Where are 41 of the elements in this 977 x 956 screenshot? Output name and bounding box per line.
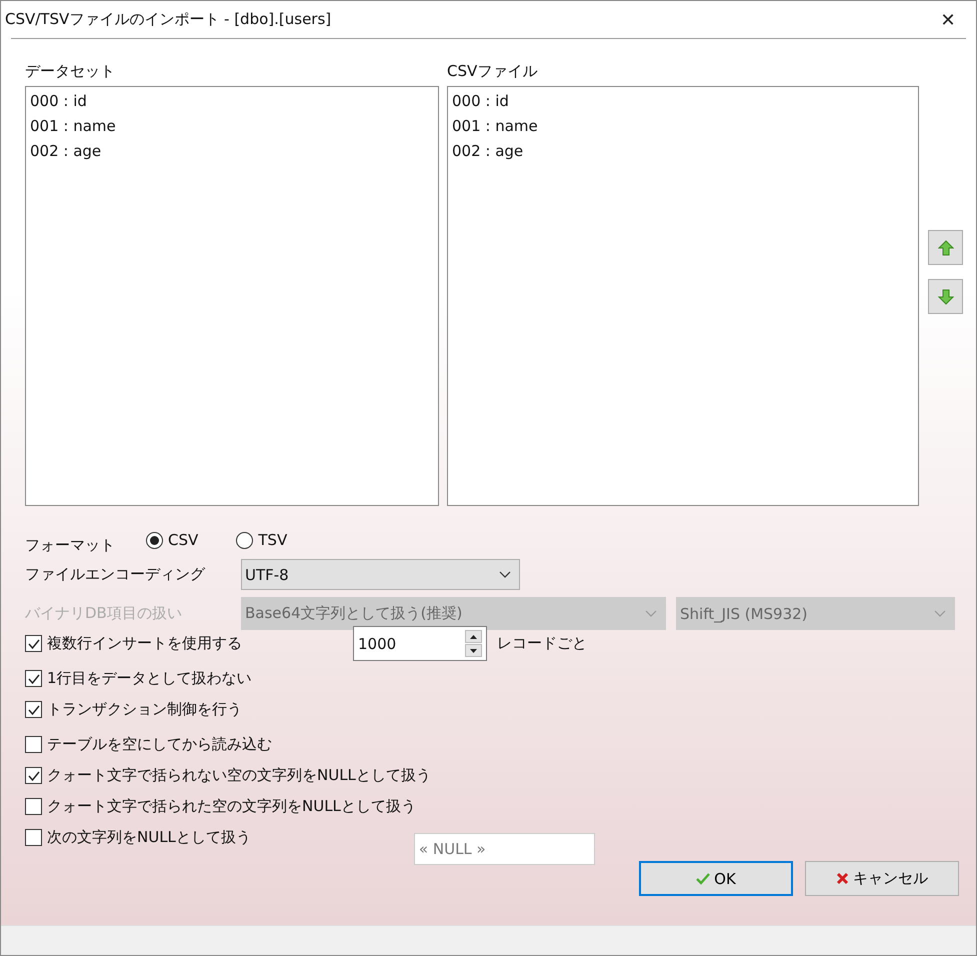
option-checkbox[interactable]: 複数行インサートを使用する xyxy=(25,634,242,653)
option-checkbox[interactable]: テーブルを空にしてから読み込む xyxy=(25,735,272,754)
list-label: CSVファイル xyxy=(447,61,538,82)
chevron-icon xyxy=(499,571,511,578)
list-item[interactable]: 000 : id xyxy=(30,89,434,114)
up-triangle-icon xyxy=(470,634,477,638)
option-checkbox[interactable]: 次の文字列をNULLとして扱う xyxy=(25,828,251,847)
list-item[interactable]: 002 : age xyxy=(452,139,914,164)
x-mark-icon xyxy=(836,872,849,885)
spin-down-button[interactable] xyxy=(465,644,482,657)
list-item[interactable]: 000 : id xyxy=(452,89,914,114)
format-label: フォーマット xyxy=(25,534,116,554)
spin-up-button[interactable] xyxy=(465,630,482,643)
window-title: CSV/TSVファイルのインポート - [dbo].[users] xyxy=(5,10,332,29)
format-radio[interactable]: CSV xyxy=(146,531,198,549)
up-arrow-icon xyxy=(938,240,954,256)
records-suffix: レコードごと xyxy=(497,634,587,653)
list-label: データセット xyxy=(25,61,116,82)
option-checkbox[interactable]: クォート文字で括られない空の文字列をNULLとして扱う xyxy=(25,766,431,785)
option-checkbox[interactable]: クォート文字で括られた空の文字列をNULLとして扱う xyxy=(25,797,416,816)
binary-label: バイナリDB項目の扱い xyxy=(25,604,183,623)
list-item[interactable]: 001 : name xyxy=(452,114,914,139)
option-checkbox[interactable]: トランザクション制御を行う xyxy=(25,700,242,719)
chevron-icon xyxy=(645,610,657,617)
cancel-button[interactable]: キャンセル xyxy=(805,861,959,896)
format-radio[interactable]: TSV xyxy=(236,531,288,549)
close-button[interactable]: ✕ xyxy=(928,4,968,34)
record-count-spinner[interactable]: 1000 xyxy=(353,626,487,661)
chevron-icon xyxy=(934,610,946,617)
down-triangle-icon xyxy=(470,648,477,652)
list-item[interactable]: 001 : name xyxy=(30,114,434,139)
move-up-button[interactable] xyxy=(928,230,963,265)
ok-button[interactable]: OK xyxy=(639,861,793,896)
null-string-field[interactable]: « NULL » xyxy=(414,832,595,864)
down-arrow-icon xyxy=(938,288,954,304)
list-item[interactable]: 002 : age xyxy=(30,139,434,164)
move-down-button[interactable] xyxy=(928,279,963,314)
encoding-dropdown[interactable]: UTF-8 xyxy=(241,559,520,590)
option-checkbox[interactable]: 1行目をデータとして扱わない xyxy=(25,669,252,688)
encoding-label: ファイルエンコーディング xyxy=(25,565,206,584)
checkmark-icon xyxy=(696,872,710,884)
